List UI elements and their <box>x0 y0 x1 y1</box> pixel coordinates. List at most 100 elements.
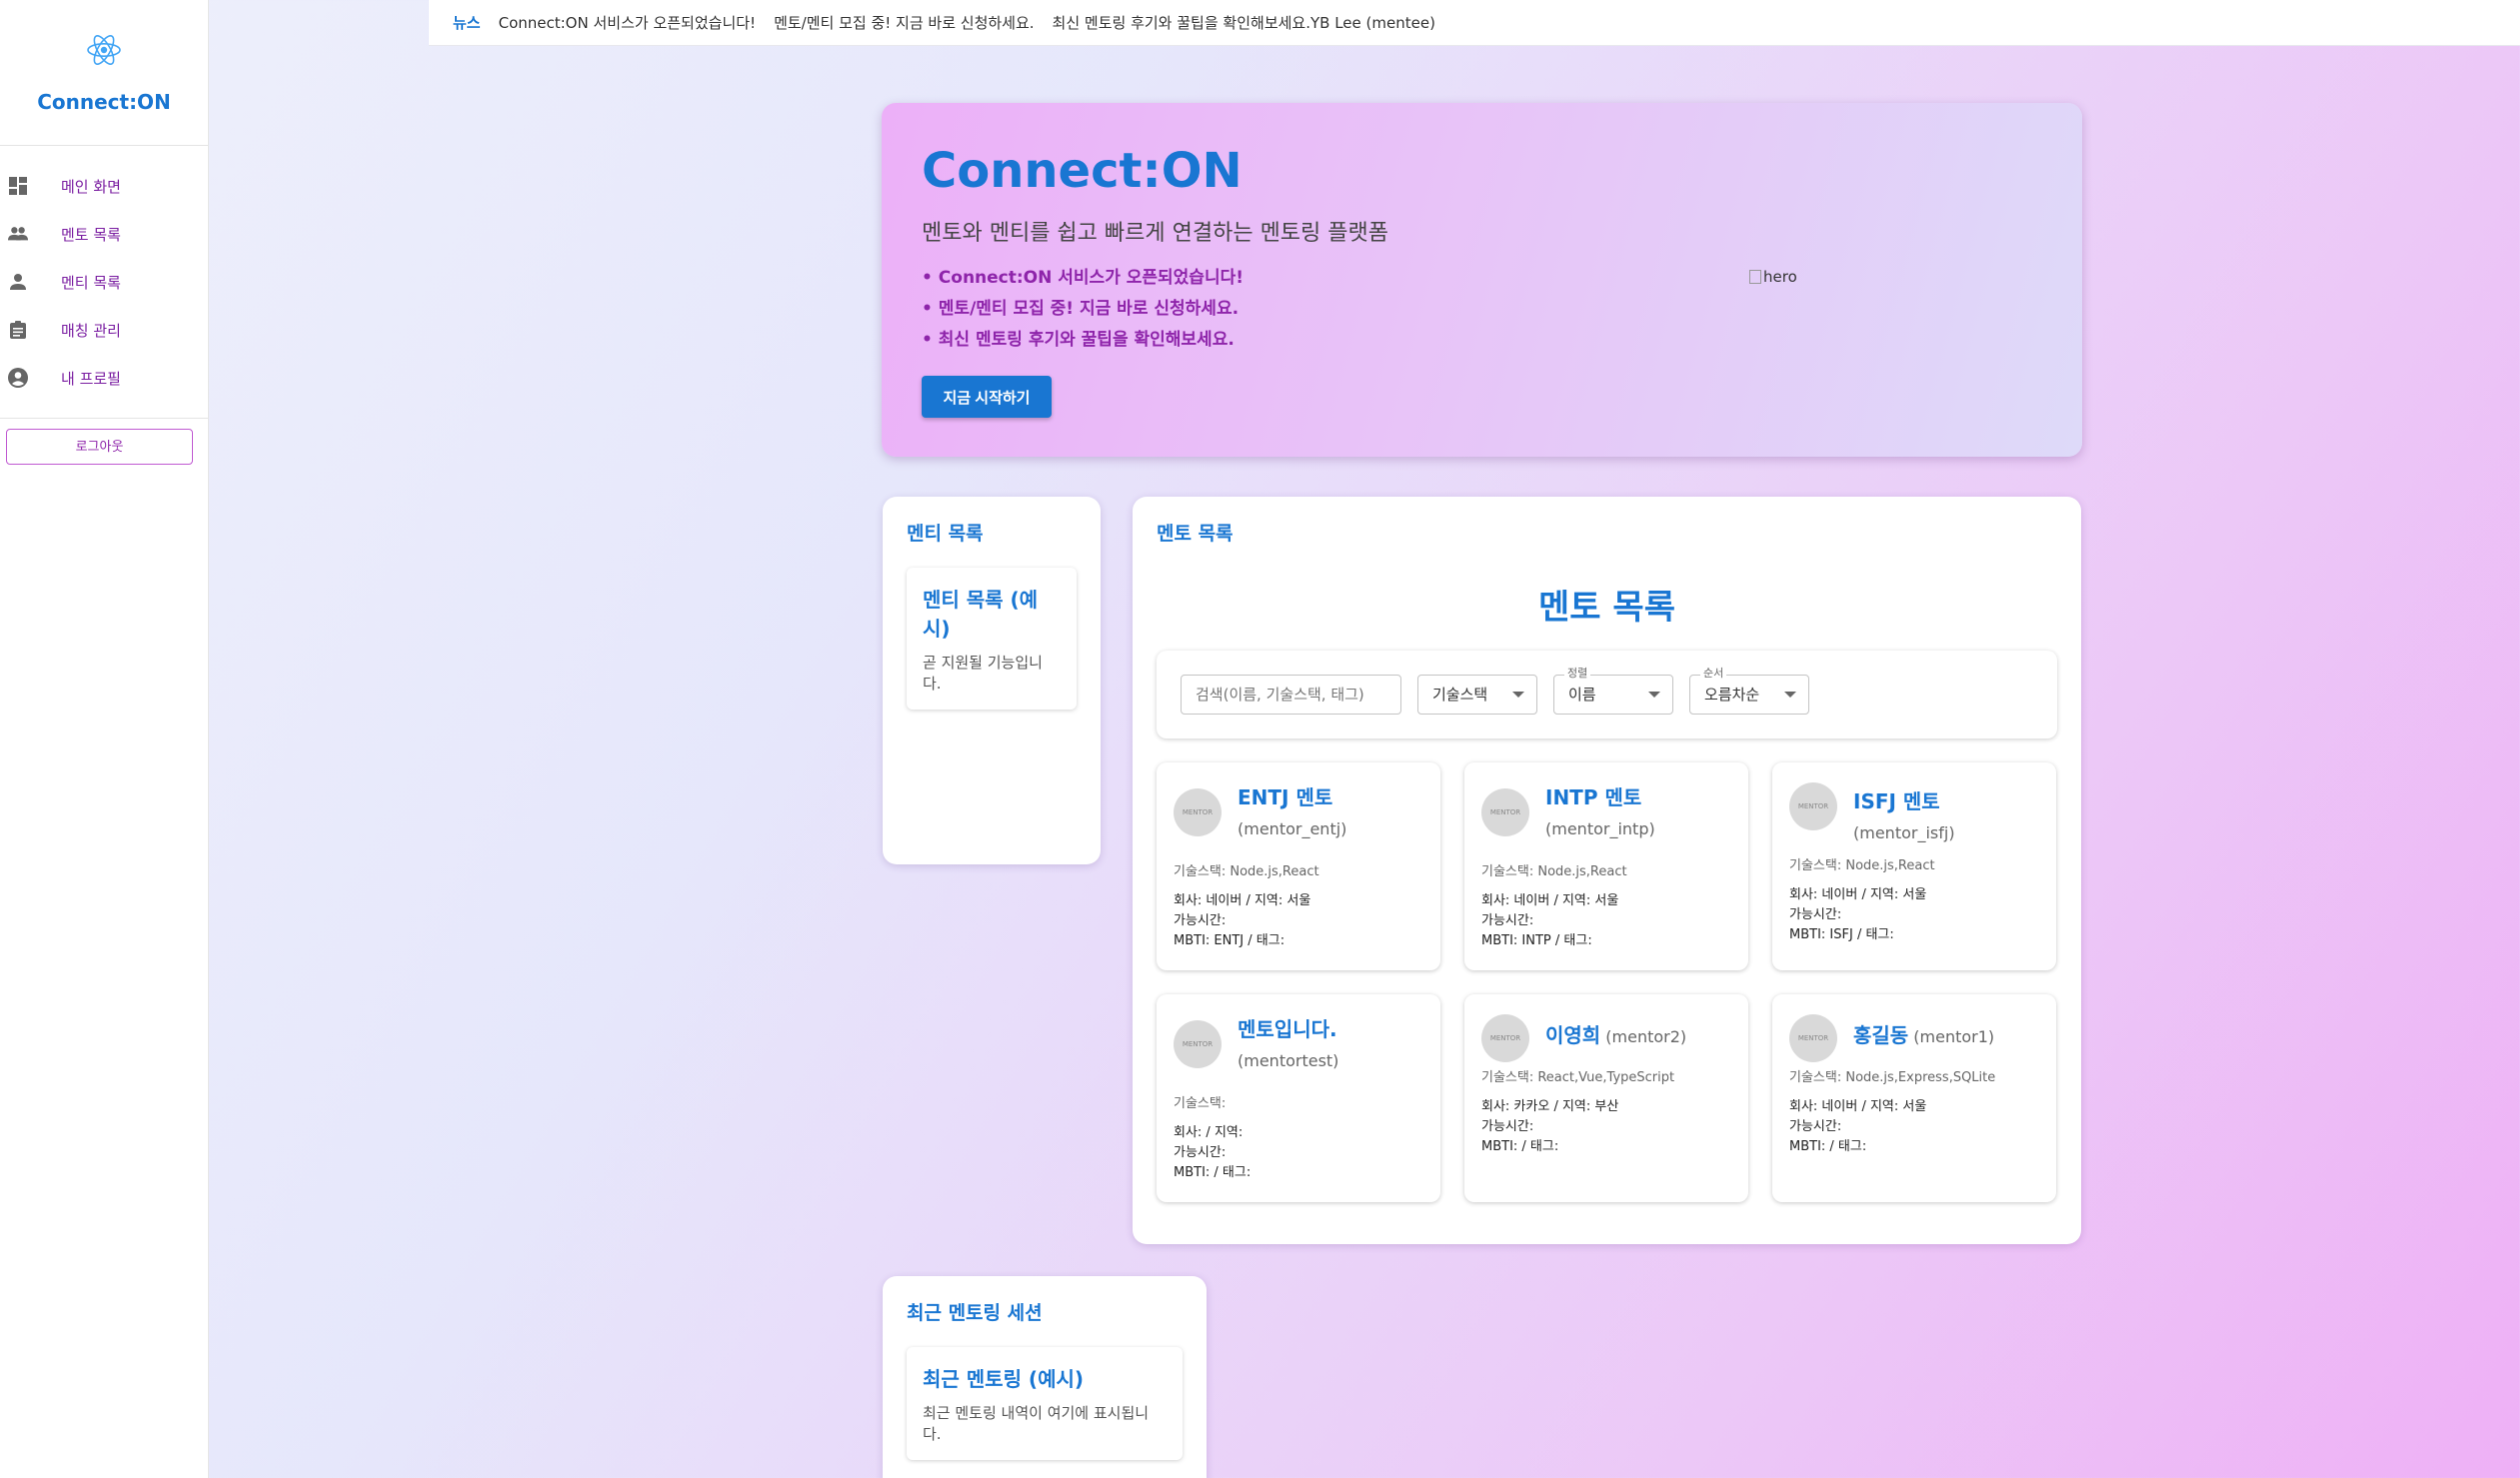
mentor-skills: 기술스택: React,Vue,TypeScript <box>1481 1070 1675 1085</box>
mentor-card[interactable]: MENTOR 홍길동 (mentor1) 기술스택: Node.js,Expre… <box>1772 994 2056 1202</box>
select-label: 순서 <box>1700 667 1727 681</box>
select-label: 정렬 <box>1564 667 1591 681</box>
mentor-time: 가능시간: <box>1789 907 1842 922</box>
skill-select[interactable]: 기술스택 <box>1417 675 1537 715</box>
mentor-panel: 멘토 목록 멘토 목록 기술스택 정렬 이름 순서 오름차순 MENTOR EN… <box>1133 497 2081 1244</box>
sidebar-item-label: 메인 화면 <box>61 177 121 196</box>
brand-name: Connect:ON <box>37 90 171 114</box>
hero-bullet: • 멘토/멘티 모집 중! 지금 바로 신청하세요. <box>922 299 1240 319</box>
filter-bar: 기술스택 정렬 이름 순서 오름차순 <box>1157 651 2057 739</box>
search-input[interactable] <box>1181 675 1401 715</box>
sidebar-item-mentors[interactable]: 멘토 목록 <box>0 210 208 258</box>
avatar: MENTOR <box>1481 1014 1529 1062</box>
mentee-panel: 멘티 목록 멘티 목록 (예시) 곧 지원될 기능입니다. <box>883 497 1101 864</box>
card-title: 멘티 목록 (예시) <box>923 588 1039 641</box>
mentor-time: 가능시간: <box>1174 1145 1227 1160</box>
assignment-icon <box>8 320 28 340</box>
mentor-time: 가능시간: <box>1481 913 1534 928</box>
chevron-down-icon <box>1784 692 1796 698</box>
hero-image: hero <box>1749 268 1797 286</box>
panel-title: 멘토 목록 <box>1157 523 1234 545</box>
mentor-name: 이영희 <box>1545 1023 1601 1047</box>
sidebar-item-label: 멘토 목록 <box>61 225 121 244</box>
mentor-skills: 기술스택: Node.js,Express,SQLite <box>1789 1070 1996 1085</box>
mentor-time: 가능시간: <box>1789 1119 1842 1134</box>
mentor-mbti: MBTI: / 태그: <box>1174 1165 1252 1180</box>
mentor-grid: MENTOR ENTJ 멘토 (mentor_entj) 기술스택: Node.… <box>1157 762 2057 1202</box>
sidebar-divider <box>0 418 208 419</box>
mentee-example-card[interactable]: 멘티 목록 (예시) 곧 지원될 기능입니다. <box>907 568 1077 710</box>
mentor-company: 회사: 네이버 / 지역: 서울 <box>1789 1099 1927 1114</box>
mentor-username: (mentor_isfj) <box>1853 823 1955 842</box>
select-value: 이름 <box>1568 686 1596 704</box>
mentor-skills: 기술스택: Node.js,React <box>1481 864 1627 879</box>
mentor-username: (mentor_intp) <box>1545 819 1655 838</box>
mentor-company: 회사: 네이버 / 지역: 서울 <box>1789 887 1927 902</box>
mentor-skills: 기술스택: Node.js,React <box>1174 864 1319 879</box>
news-item[interactable]: 멘토/멘티 모집 중! 지금 바로 신청하세요. <box>774 12 1034 33</box>
mentor-username: (mentor1) <box>1913 1027 1995 1046</box>
mentor-name: ISFJ 멘토 <box>1853 789 1940 813</box>
card-title: 최근 멘토링 (예시) <box>923 1367 1085 1391</box>
broken-image-icon <box>1749 270 1761 284</box>
chevron-down-icon <box>1648 692 1660 698</box>
mentor-username: (mentor2) <box>1605 1027 1687 1046</box>
logout-button[interactable]: 로그아웃 <box>6 429 193 465</box>
mentor-card[interactable]: MENTOR INTP 멘토 (mentor_intp) 기술스택: Node.… <box>1464 762 1748 970</box>
hero-bullet: • Connect:ON 서비스가 오픈되었습니다! <box>922 268 1244 288</box>
news-item[interactable]: 최신 멘토링 후기와 꿀팁을 확인해보세요.YB Lee (mentee) <box>1053 12 1435 33</box>
start-now-button[interactable]: 지금 시작하기 <box>922 376 1052 418</box>
mentor-card[interactable]: MENTOR ENTJ 멘토 (mentor_entj) 기술스택: Node.… <box>1157 762 1440 970</box>
panel-title: 최근 멘토링 세션 <box>907 1302 1043 1324</box>
mentor-mbti: MBTI: / 태그: <box>1789 1139 1867 1154</box>
mentor-mbti: MBTI: / 태그: <box>1481 1139 1559 1154</box>
card-description: 최근 멘토링 내역이 여기에 표시됩니다. <box>923 1404 1150 1443</box>
card-description: 곧 지원될 기능입니다. <box>923 654 1043 693</box>
sidebar-nav: 메인 화면 멘토 목록 멘티 목록 매칭 관리 내 프로필 <box>0 146 208 402</box>
mentor-name: INTP 멘토 <box>1545 785 1642 809</box>
account-circle-icon <box>8 368 28 388</box>
sidebar-item-profile[interactable]: 내 프로필 <box>0 354 208 402</box>
hero-title: Connect:ON <box>922 143 1243 199</box>
mentor-mbti: MBTI: ISFJ / 태그: <box>1789 927 1894 942</box>
sidebar-item-matching[interactable]: 매칭 관리 <box>0 306 208 354</box>
sidebar-item-main[interactable]: 메인 화면 <box>0 162 208 210</box>
sidebar-item-label: 내 프로필 <box>61 369 121 388</box>
avatar: MENTOR <box>1481 788 1529 836</box>
sidebar-item-label: 매칭 관리 <box>61 321 121 340</box>
recent-session-card[interactable]: 최근 멘토링 (예시) 최근 멘토링 내역이 여기에 표시됩니다. <box>907 1347 1183 1460</box>
news-title: 뉴스 <box>453 14 481 32</box>
dashboard-icon <box>8 176 28 196</box>
panel-title: 멘티 목록 <box>907 523 984 545</box>
select-value: 오름차순 <box>1704 686 1760 704</box>
chevron-down-icon <box>1512 692 1524 698</box>
hero-banner: Connect:ON 멘토와 멘티를 쉽고 빠르게 연결하는 멘토링 플랫폼 •… <box>882 103 2082 457</box>
mentor-card[interactable]: MENTOR ISFJ 멘토 (mentor_isfj) 기술스택: Node.… <box>1772 762 2056 970</box>
mentor-skills: 기술스택: <box>1174 1096 1227 1111</box>
mentor-name: 멘토입니다. <box>1238 1017 1337 1041</box>
mentor-company: 회사: 카카오 / 지역: 부산 <box>1481 1099 1619 1114</box>
news-bar: 뉴스 Connect:ON 서비스가 오픈되었습니다! 멘토/멘티 모집 중! … <box>429 0 2520 46</box>
news-item[interactable]: Connect:ON 서비스가 오픈되었습니다! <box>499 12 756 33</box>
mentor-company: 회사: 네이버 / 지역: 서울 <box>1481 893 1619 908</box>
mentor-time: 가능시간: <box>1481 1119 1534 1134</box>
mentor-card[interactable]: MENTOR 멘토입니다. (mentortest) 기술스택: 회사: / 지… <box>1157 994 1440 1202</box>
avatar: MENTOR <box>1174 788 1222 836</box>
avatar: MENTOR <box>1789 1014 1837 1062</box>
recent-sessions-panel: 최근 멘토링 세션 최근 멘토링 (예시) 최근 멘토링 내역이 여기에 표시됩… <box>883 1276 1207 1478</box>
select-value: 기술스택 <box>1432 686 1488 704</box>
person-icon <box>8 272 28 292</box>
mentor-card[interactable]: MENTOR 이영희 (mentor2) 기술스택: React,Vue,Typ… <box>1464 994 1748 1202</box>
sidebar-item-mentees[interactable]: 멘티 목록 <box>0 258 208 306</box>
people-icon <box>8 224 28 244</box>
brand[interactable]: Connect:ON <box>0 0 208 146</box>
mentor-mbti: MBTI: INTP / 태그: <box>1481 933 1592 948</box>
hero-image-alt: hero <box>1763 268 1797 286</box>
mentor-skills: 기술스택: Node.js,React <box>1789 858 1935 873</box>
mentor-username: (mentortest) <box>1238 1051 1339 1070</box>
mentor-time: 가능시간: <box>1174 913 1227 928</box>
order-select[interactable]: 순서 오름차순 <box>1689 667 1809 715</box>
mentor-name: ENTJ 멘토 <box>1238 785 1333 809</box>
sort-select[interactable]: 정렬 이름 <box>1553 667 1673 715</box>
mentor-username: (mentor_entj) <box>1238 819 1347 838</box>
